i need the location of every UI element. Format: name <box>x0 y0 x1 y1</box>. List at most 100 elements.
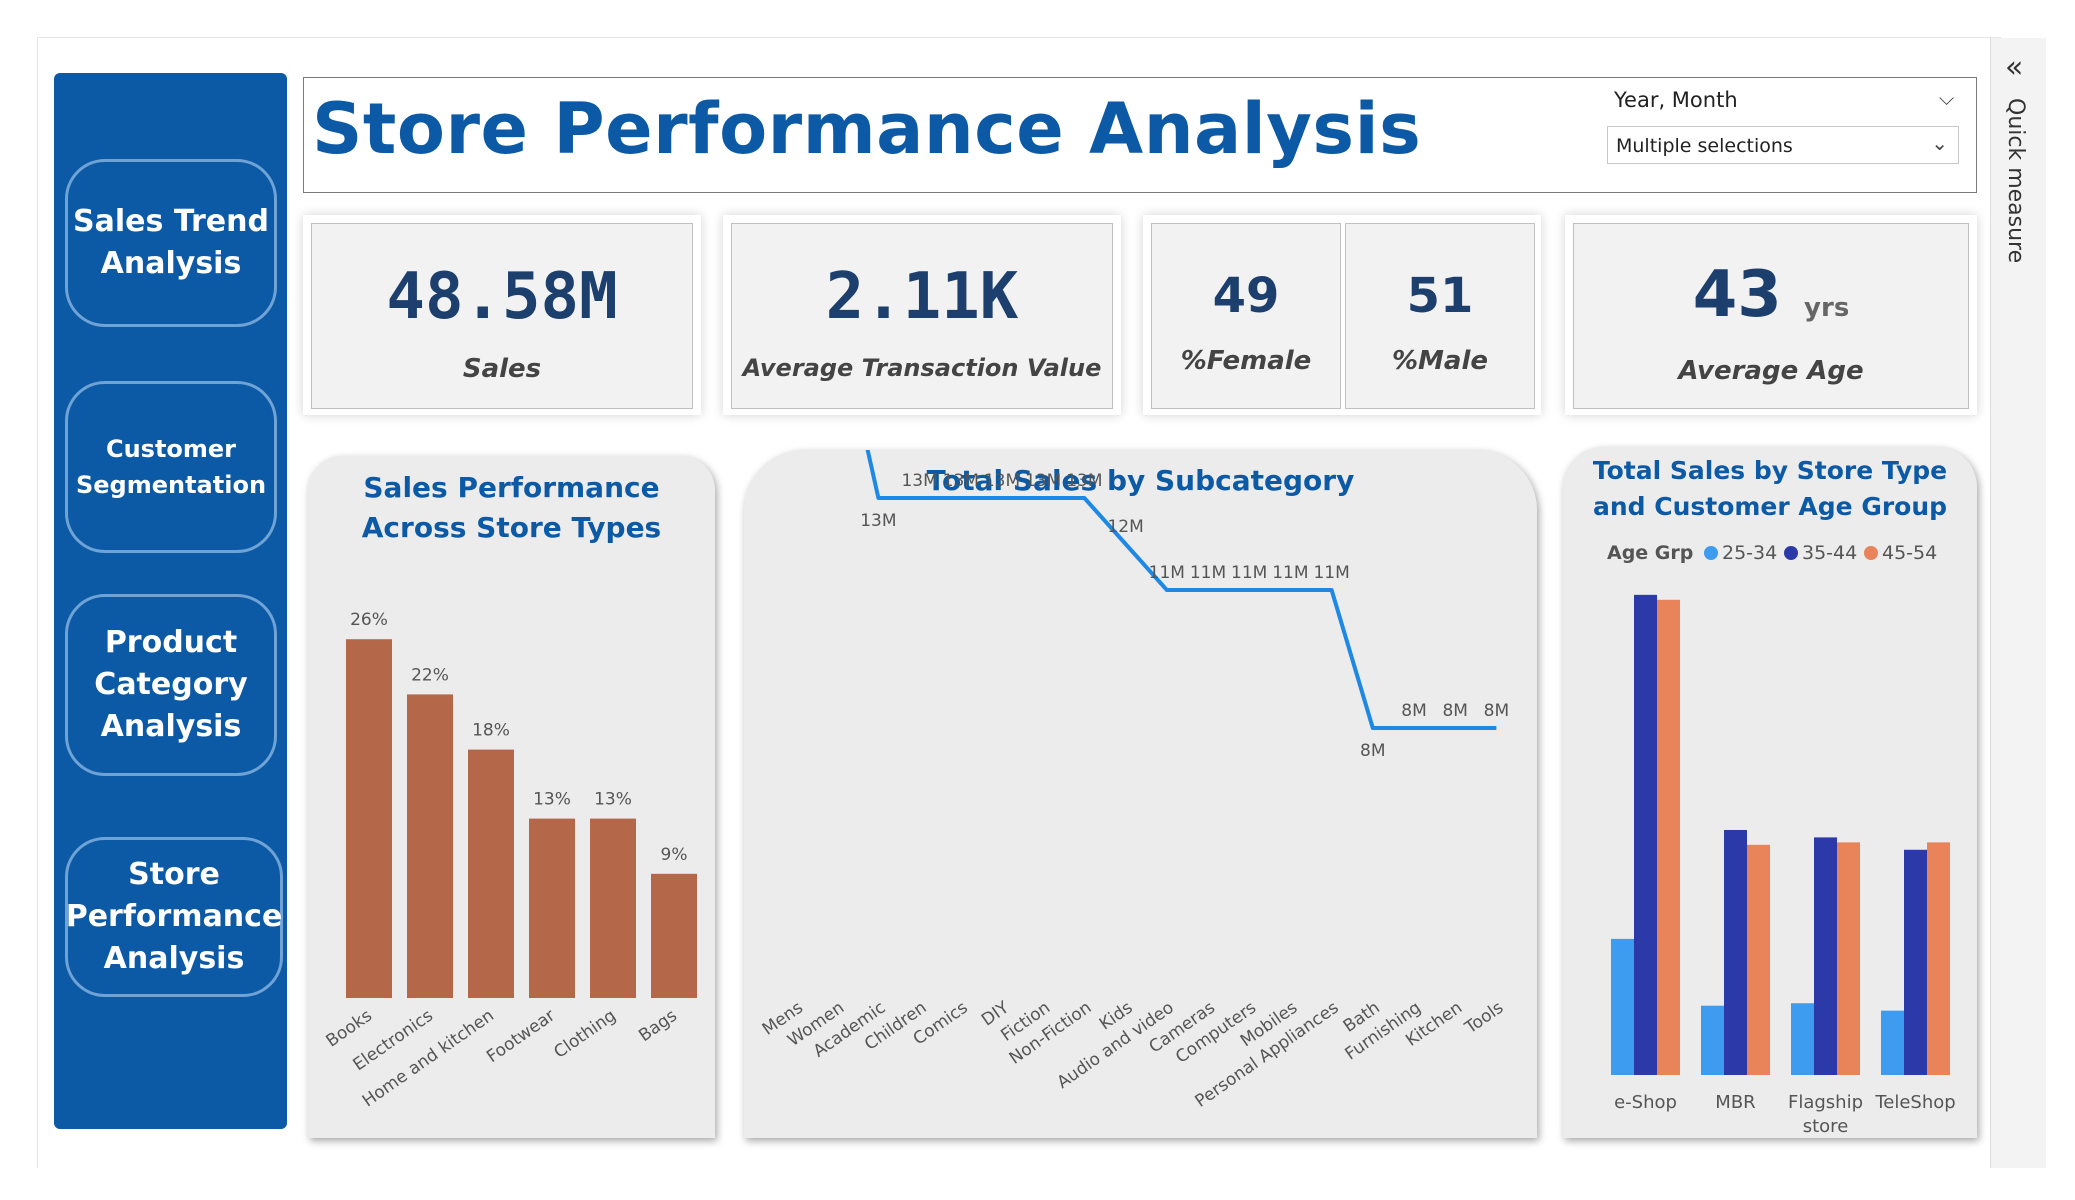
legend-marker-35-44 <box>1784 546 1798 560</box>
bar-bags <box>651 873 697 998</box>
store-age-clustered-bar-chart: Age Grp 25-34 35-44 45-54 e-Shop MBR Flagship s… <box>1607 542 1956 1137</box>
bar-e-shop-35-44 <box>1634 594 1657 1075</box>
store-type-bar-chart: 26%Books22%Electronics18%Home and kitche… <box>322 610 697 1111</box>
x-tick-label: e-Shop <box>1614 1092 1677 1113</box>
bar-flagship-store-45-54 <box>1837 842 1860 1075</box>
kpi-card-atv: 2.11K Average Transaction Value <box>723 215 1121 415</box>
nav-store-performance-button[interactable]: Store Performance Analysis <box>65 837 283 997</box>
nav-sales-trend-button[interactable]: Sales Trend Analysis <box>65 159 277 327</box>
subcategory-panel: Total Sales by Subcategory 17MMens17MWom… <box>744 450 1537 1138</box>
x-tick-label: TeleShop <box>1874 1092 1955 1113</box>
line-data-label: 11M <box>1190 563 1226 583</box>
line-data-label: 11M <box>1149 563 1185 583</box>
x-tick-label: Tools <box>1461 998 1508 1039</box>
bar-electronics <box>407 694 453 998</box>
store-type-panel: Sales Performance Across Store Types 26%… <box>308 456 715 1138</box>
kpi-atv-value: 2.11K <box>825 260 1019 334</box>
line-data-label: 13M <box>1066 471 1102 491</box>
kpi-sales-label: Sales <box>462 354 542 384</box>
nav-sales-trend-label: Sales Trend Analysis <box>73 204 269 281</box>
bar-e-shop-45-54 <box>1657 599 1680 1075</box>
kpi-card-age: 43 yrs Average Age <box>1565 215 1977 415</box>
kpi-atv-label: Average Transaction Value <box>742 354 1102 382</box>
store-age-panel: Total Sales by Store Type and Customer A… <box>1563 447 1977 1138</box>
x-tick-label: Flagship <box>1788 1092 1863 1113</box>
line-data-label: 8M <box>1360 741 1385 761</box>
kpi-age-unit: yrs <box>1804 293 1850 323</box>
double-chevron-left-icon[interactable]: « <box>2005 50 2023 85</box>
legend-marker-45-54 <box>1864 546 1878 560</box>
page-title: Store Performance Analysis <box>312 88 1422 170</box>
kpi-male-box: 51 %Male <box>1345 223 1535 409</box>
bar-flagship-store-35-44 <box>1814 837 1837 1075</box>
subcategory-sales-line <box>865 450 1497 730</box>
bar-mbr-45-54 <box>1747 844 1770 1075</box>
kpi-female-value: 49 <box>1212 268 1280 324</box>
kpi-atv-box: 2.11K Average Transaction Value <box>731 223 1113 409</box>
bar-data-label: 18% <box>472 721 510 741</box>
bar-footwear <box>529 818 575 998</box>
year-month-filter-label: Year, Month <box>1614 88 1738 112</box>
bar-data-label: 26% <box>350 610 388 630</box>
bar-data-label: 13% <box>594 790 632 810</box>
x-tick-label: Footwear <box>483 1006 559 1067</box>
legend-label: 35-44 <box>1802 542 1857 564</box>
line-data-label: 13M <box>1025 471 1061 491</box>
bar-data-label: 13% <box>533 790 571 810</box>
kpi-sales-value: 48.58M <box>386 260 618 334</box>
line-data-label: 8M <box>1401 701 1426 721</box>
line-data-label: 11M <box>1231 563 1267 583</box>
line-data-label: 8M <box>1484 701 1509 721</box>
quick-measure-pane: « Quick measure <box>1990 38 2046 1168</box>
bar-flagship-store-25-34 <box>1791 1003 1814 1075</box>
bar-teleshop-25-34 <box>1881 1010 1904 1075</box>
x-tick-label: MBR <box>1715 1092 1755 1113</box>
header-bar: Store Performance Analysis Year, Month ⌵… <box>303 77 1977 193</box>
kpi-male-value: 51 <box>1406 268 1474 324</box>
bar-home-and-kitchen <box>468 749 514 998</box>
filter-collapse-chevron-icon[interactable]: ⌵ <box>1939 86 1954 110</box>
x-tick-label: Clothing <box>550 1006 619 1063</box>
quick-measure-label[interactable]: Quick measure <box>2003 98 2028 263</box>
line-data-label: 11M <box>1272 563 1308 583</box>
chevron-down-icon: ⌄ <box>1931 131 1948 155</box>
nav-store-performance-label: Store Performance Analysis <box>65 857 283 976</box>
nav-customer-segmentation-button[interactable]: Customer Segmentation <box>65 381 277 553</box>
line-data-label: 12M <box>1107 517 1143 537</box>
bar-teleshop-45-54 <box>1927 842 1950 1075</box>
bar-data-label: 22% <box>411 665 449 685</box>
bar-clothing <box>590 818 636 998</box>
year-month-dropdown-value: Multiple selections <box>1616 135 1793 157</box>
x-tick-label: Books <box>322 1006 376 1052</box>
kpi-female-label: %Female <box>1180 346 1312 376</box>
bar-books <box>346 639 392 998</box>
bar-e-shop-25-34 <box>1611 938 1634 1075</box>
bar-teleshop-35-44 <box>1904 849 1927 1075</box>
kpi-age-box: 43 yrs Average Age <box>1573 223 1969 409</box>
nav-product-category-label: Product Category Analysis <box>94 625 248 744</box>
sidebar-nav: Sales Trend Analysis Customer Segmentati… <box>54 73 287 1129</box>
line-data-label: 8M <box>1442 701 1467 721</box>
legend-label: 25-34 <box>1722 542 1777 564</box>
bar-data-label: 9% <box>661 845 688 865</box>
nav-customer-segmentation-label: Customer Segmentation <box>75 435 267 499</box>
kpi-female-box: 49 %Female <box>1151 223 1341 409</box>
year-month-dropdown[interactable]: Multiple selections ⌄ <box>1607 126 1959 164</box>
bar-mbr-35-44 <box>1724 829 1747 1075</box>
kpi-sales-box: 48.58M Sales <box>311 223 693 409</box>
line-data-label: 13M <box>943 471 979 491</box>
line-data-label: 13M <box>860 511 896 531</box>
kpi-age-value-row: 43 yrs <box>1574 258 1968 332</box>
kpi-card-sales: 48.58M Sales <box>303 215 701 415</box>
x-tick-label: store <box>1803 1116 1849 1137</box>
line-data-label: 11M <box>1313 563 1349 583</box>
bar-mbr-25-34 <box>1701 1005 1724 1075</box>
kpi-card-gender: 49 %Female 51 %Male <box>1143 215 1541 415</box>
line-data-label: 13M <box>984 471 1020 491</box>
x-tick-label: Bags <box>635 1006 681 1046</box>
legend-label: 45-54 <box>1882 542 1937 564</box>
kpi-male-label: %Male <box>1391 346 1488 376</box>
kpi-age-label: Average Age <box>1678 356 1864 386</box>
legend-title: Age Grp <box>1607 542 1693 564</box>
nav-product-category-button[interactable]: Product Category Analysis <box>65 594 277 776</box>
